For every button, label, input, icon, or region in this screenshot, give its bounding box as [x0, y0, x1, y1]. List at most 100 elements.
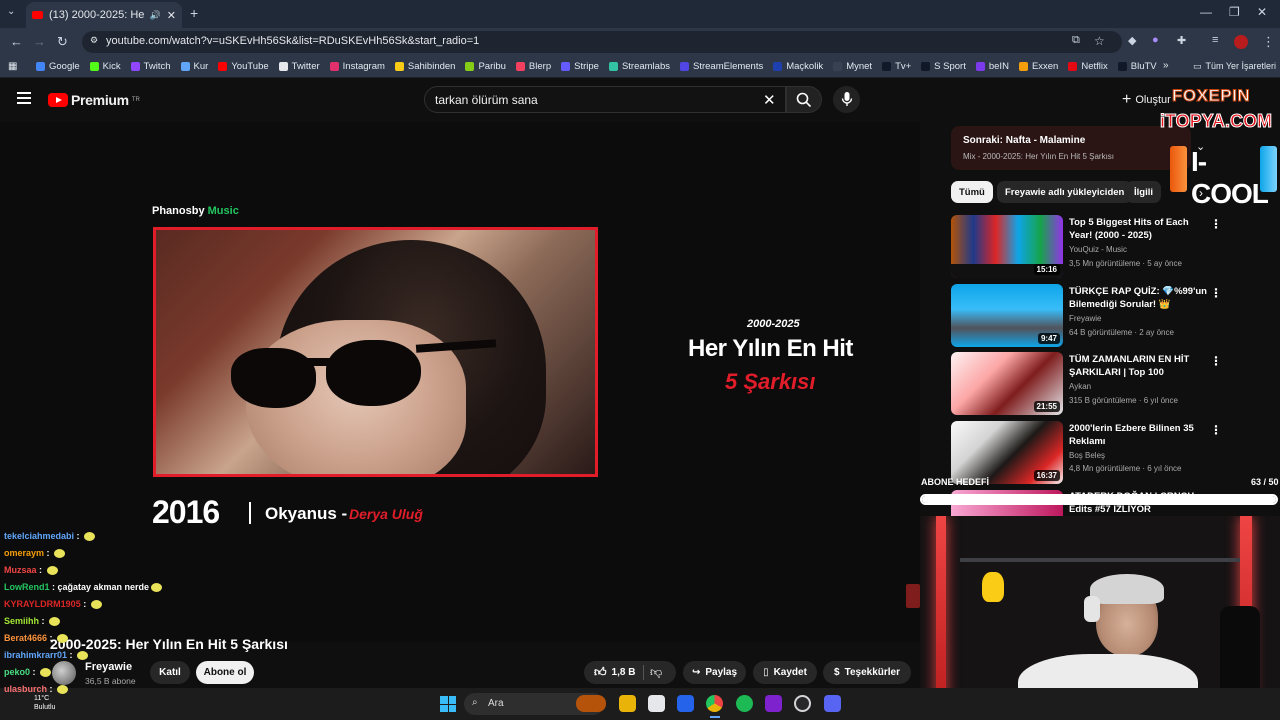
- extension-icon[interactable]: ◆: [1128, 34, 1136, 47]
- chat-username[interactable]: LowRend1: [4, 582, 50, 592]
- related-video-title[interactable]: TÜRKÇE RAP QUİZ: 💎%99'un Bilemediği Soru…: [1069, 285, 1209, 311]
- next-app-icon[interactable]: [765, 695, 782, 712]
- bookmark-item[interactable]: Kur: [180, 61, 208, 72]
- bookmark-item[interactable]: Sahibinden: [394, 61, 455, 72]
- chat-username[interactable]: omeraym: [4, 548, 44, 558]
- video-menu-icon[interactable]: ⋮: [1210, 354, 1222, 368]
- search-input[interactable]: tarkan ölürüm sana: [424, 86, 786, 113]
- bookmark-item[interactable]: BluTV: [1117, 61, 1157, 72]
- related-video-title[interactable]: TÜM ZAMANLARIN EN HİT ŞARKILARI | Top 10…: [1069, 353, 1209, 379]
- create-button[interactable]: + Oluştur: [1122, 91, 1171, 109]
- browser-tab[interactable]: (13) 2000-2025: Her Yılın En Hit 5 🔊 ✕: [26, 2, 182, 28]
- extension-2-icon[interactable]: ●: [1152, 34, 1159, 46]
- related-video-title[interactable]: Top 5 Biggest Hits of Each Year! (2000 -…: [1069, 216, 1209, 242]
- bookmark-item[interactable]: Google: [36, 61, 80, 72]
- related-video-channel[interactable]: Boş Beleş: [1069, 451, 1105, 460]
- related-video-channel[interactable]: Freyawie: [1069, 314, 1101, 323]
- bookmarks-overflow-icon[interactable]: »: [1163, 60, 1169, 71]
- dislike-button[interactable]: 👎︎: [650, 665, 662, 680]
- chip-all[interactable]: Tümü: [951, 181, 993, 203]
- bookmark-item[interactable]: Blerp: [515, 61, 551, 72]
- bookmark-item[interactable]: Exxen: [1018, 61, 1058, 72]
- bookmark-item[interactable]: Tv+: [882, 61, 911, 72]
- chat-username[interactable]: peko0: [4, 667, 30, 677]
- upnext-card[interactable]: [951, 126, 1191, 170]
- bookmark-item[interactable]: S Sport: [921, 61, 966, 72]
- windows-start-icon[interactable]: [440, 696, 456, 712]
- bookmark-item[interactable]: Kick: [89, 61, 121, 72]
- related-video-channel[interactable]: Aykan: [1069, 382, 1091, 391]
- obs-icon[interactable]: [794, 695, 811, 712]
- bookmark-item[interactable]: beIN: [975, 61, 1009, 72]
- bookmark-star-icon[interactable]: ☆: [1094, 34, 1105, 48]
- tab-close-icon[interactable]: ✕: [167, 9, 176, 22]
- bookmark-item[interactable]: YouTube: [218, 61, 269, 72]
- voice-search-button[interactable]: [833, 86, 860, 113]
- thanks-button[interactable]: $ Teşekkürler: [823, 661, 911, 684]
- video-menu-icon[interactable]: ⋮: [1210, 217, 1222, 231]
- store-icon[interactable]: [648, 695, 665, 712]
- new-tab-button[interactable]: +: [190, 5, 198, 21]
- video-thumbnail[interactable]: 9:47: [951, 284, 1063, 347]
- like-button[interactable]: 👍︎ 1,8 B: [584, 661, 676, 684]
- chat-username[interactable]: ulasburch: [4, 684, 47, 694]
- taskbar-widget-icon[interactable]: [576, 695, 606, 712]
- profile-avatar[interactable]: [1234, 35, 1248, 49]
- chat-username[interactable]: Muzsaa: [4, 565, 37, 575]
- channel-name[interactable]: Freyawie: [85, 661, 132, 673]
- chat-username[interactable]: Berat4666: [4, 633, 47, 643]
- media-icon[interactable]: ≡: [1212, 34, 1218, 46]
- chrome-icon[interactable]: [706, 695, 723, 712]
- tab-audio-icon[interactable]: 🔊: [150, 10, 161, 21]
- bookmark-item[interactable]: Streamlabs: [608, 61, 670, 72]
- file-explorer-icon[interactable]: [619, 695, 636, 712]
- site-info-icon[interactable]: ⚙: [90, 35, 98, 46]
- all-bookmarks[interactable]: ▭ Tüm Yer İşaretleri: [1193, 61, 1276, 72]
- video-menu-icon[interactable]: ⋮: [1210, 286, 1222, 300]
- discord-icon[interactable]: [824, 695, 841, 712]
- bookmark-item[interactable]: Instagram: [329, 61, 385, 72]
- join-button[interactable]: Katıl: [150, 661, 190, 684]
- chip-uploader[interactable]: Freyawie adlı yükleyiciden: [997, 181, 1133, 203]
- browser-menu-icon[interactable]: ⋮: [1262, 34, 1275, 50]
- related-video-channel[interactable]: YouQuiz - Music: [1069, 245, 1127, 254]
- bookmark-item[interactable]: StreamElements: [680, 61, 763, 72]
- share-button[interactable]: ↪ Paylaş: [683, 661, 746, 684]
- clear-search-icon[interactable]: ✕: [763, 91, 776, 109]
- menu-icon[interactable]: [17, 92, 31, 104]
- weather-widget[interactable]: 11°C Bulutlu: [34, 694, 55, 712]
- bookmark-item[interactable]: Paribu: [465, 61, 506, 72]
- bookmark-item[interactable]: Twitch: [130, 61, 171, 72]
- bookmark-item[interactable]: Netflix: [1068, 61, 1108, 72]
- video-menu-icon[interactable]: ⋮: [1210, 423, 1222, 437]
- save-button[interactable]: ▯ Kaydet: [753, 661, 817, 684]
- youtube-premium-logo[interactable]: Premium TR: [48, 92, 140, 108]
- maximize-button[interactable]: ❐: [1229, 5, 1240, 19]
- cast-icon[interactable]: ⧉: [1072, 34, 1080, 47]
- video-thumbnail[interactable]: 15:16: [951, 215, 1063, 278]
- bookmark-item[interactable]: Twitter: [278, 61, 320, 72]
- chat-username[interactable]: tekelciahmedabi: [4, 531, 74, 541]
- chat-username[interactable]: Semiihh: [4, 616, 39, 626]
- back-icon[interactable]: ←: [10, 34, 23, 49]
- video-thumbnail[interactable]: 21:55: [951, 352, 1063, 415]
- forward-icon[interactable]: →: [33, 34, 46, 49]
- reload-icon[interactable]: ↻: [57, 34, 68, 50]
- video-thumbnail[interactable]: 16:37: [951, 421, 1063, 484]
- chat-username[interactable]: KYRAYLDRM1905: [4, 599, 81, 609]
- spotify-icon[interactable]: [736, 695, 753, 712]
- mail-icon[interactable]: [677, 695, 694, 712]
- bookmark-item[interactable]: Maçkolik: [773, 61, 823, 72]
- related-video-title[interactable]: 2000'lerin Ezbere Bilinen 35 Reklamı: [1069, 422, 1209, 448]
- bookmark-item[interactable]: Mynet: [833, 61, 872, 72]
- bookmark-item[interactable]: Stripe: [561, 61, 599, 72]
- tab-list-button[interactable]: ⌄: [7, 6, 15, 17]
- channel-avatar[interactable]: [52, 661, 76, 685]
- close-window-button[interactable]: ✕: [1257, 5, 1267, 19]
- url-input[interactable]: ⚙ youtube.com/watch?v=uSKEvHh56Sk&list=R…: [82, 31, 1122, 53]
- extensions-puzzle-icon[interactable]: ✚: [1177, 34, 1186, 47]
- minimize-button[interactable]: —: [1200, 5, 1212, 19]
- subscribe-button[interactable]: Abone ol: [196, 661, 254, 684]
- chip-related[interactable]: İlgili: [1126, 181, 1161, 203]
- apps-grid-icon[interactable]: ▦: [8, 61, 17, 72]
